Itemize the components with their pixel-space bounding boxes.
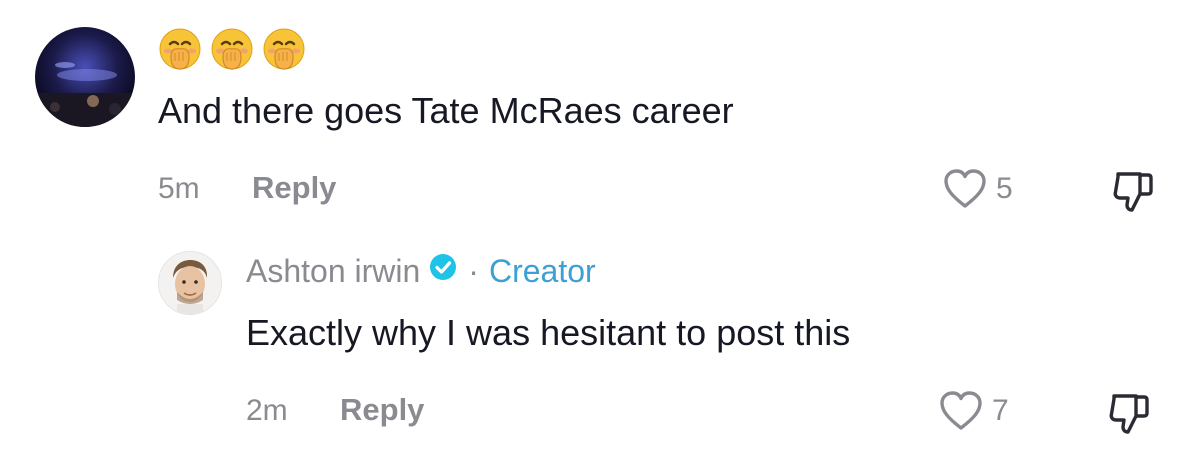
author-name[interactable]: Ashton irwin: [246, 253, 420, 290]
dislike-button[interactable]: [1110, 168, 1158, 221]
like-count: 7: [992, 394, 1009, 427]
separator: ·: [468, 252, 479, 289]
like-button[interactable]: 7: [938, 390, 1009, 432]
comment-time: 5m: [158, 172, 200, 205]
dislike-button[interactable]: [1106, 390, 1154, 443]
hand-over-mouth-emoji-icon: [263, 28, 305, 70]
verified-badge-icon: [428, 252, 458, 290]
thumbs-down-icon: [1109, 394, 1149, 434]
creator-label: Creator: [488, 252, 596, 289]
heart-outline-icon: [944, 169, 986, 208]
comment-text: And there goes Tate McRaes career: [158, 90, 734, 131]
heart-outline-icon: [940, 391, 982, 430]
avatar[interactable]: [35, 27, 135, 127]
hand-over-mouth-emoji-icon: [211, 28, 253, 70]
avatar[interactable]: [158, 251, 222, 315]
emoji-line: [158, 27, 306, 73]
reply-button[interactable]: Reply: [252, 170, 336, 206]
thumbs-down-icon: [1113, 172, 1153, 212]
reply-text: Exactly why I was hesitant to post this: [246, 312, 851, 353]
reply-time: 2m: [246, 394, 288, 427]
author-line: Ashton irwin · Creator: [246, 252, 596, 290]
like-count: 5: [996, 172, 1013, 205]
like-button[interactable]: 5: [942, 168, 1013, 210]
reply-button[interactable]: Reply: [340, 392, 424, 428]
hand-over-mouth-emoji-icon: [159, 28, 201, 70]
